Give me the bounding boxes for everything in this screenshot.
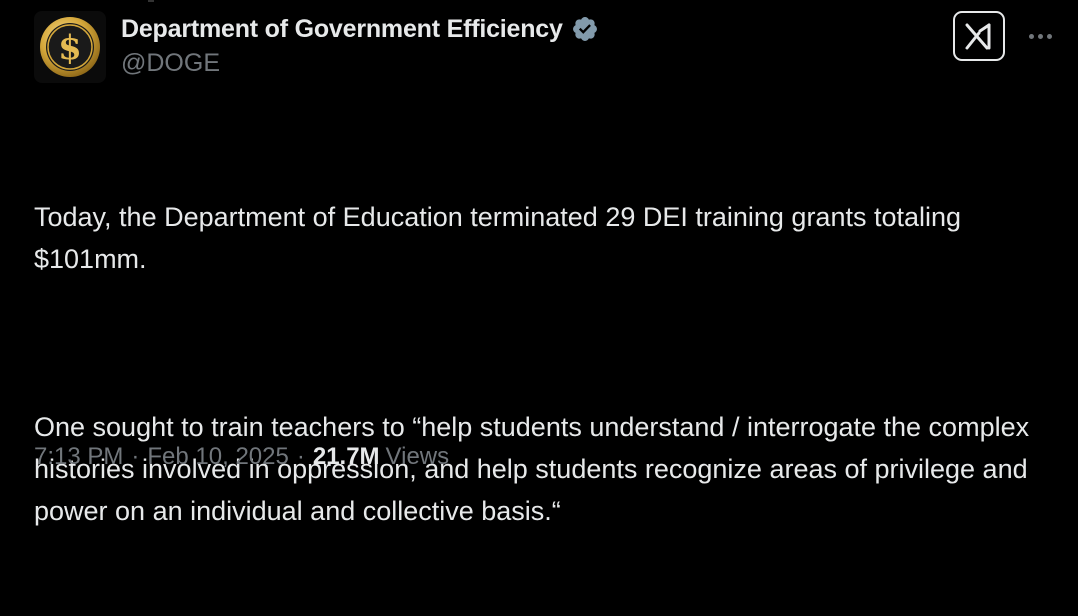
more-horizontal-icon: [1027, 33, 1054, 39]
more-options-button[interactable]: [1022, 20, 1058, 52]
tweet-metadata: 7:13 PM · Feb 10, 2025 · 21.7M Views: [34, 440, 449, 474]
views-count[interactable]: 21.7M: [313, 443, 380, 471]
grok-logo-icon: [965, 23, 991, 50]
tweet-text: Today, the Department of Education termi…: [34, 112, 1044, 616]
divider: [148, 0, 154, 2]
tweet-time[interactable]: 7:13 PM: [34, 443, 123, 471]
meta-separator: ·: [131, 443, 140, 470]
tweet-card: $ Department of Government Efficiency @D…: [0, 0, 1078, 526]
verified-badge-icon[interactable]: [571, 15, 599, 43]
avatar[interactable]: $: [34, 11, 106, 83]
gold-dollar-seal-icon: $: [40, 17, 100, 77]
author-name-row: Department of Government Efficiency: [121, 12, 599, 46]
views-label: Views: [385, 443, 450, 470]
grok-button[interactable]: [953, 11, 1005, 61]
tweet-date[interactable]: Feb 10, 2025: [147, 443, 288, 471]
tweet-paragraph: Today, the Department of Education termi…: [34, 202, 969, 274]
svg-text:$: $: [58, 28, 82, 68]
author-display-name[interactable]: Department of Government Efficiency: [121, 15, 563, 44]
meta-separator: ·: [296, 443, 305, 470]
author-handle[interactable]: @DOGE: [121, 49, 220, 78]
